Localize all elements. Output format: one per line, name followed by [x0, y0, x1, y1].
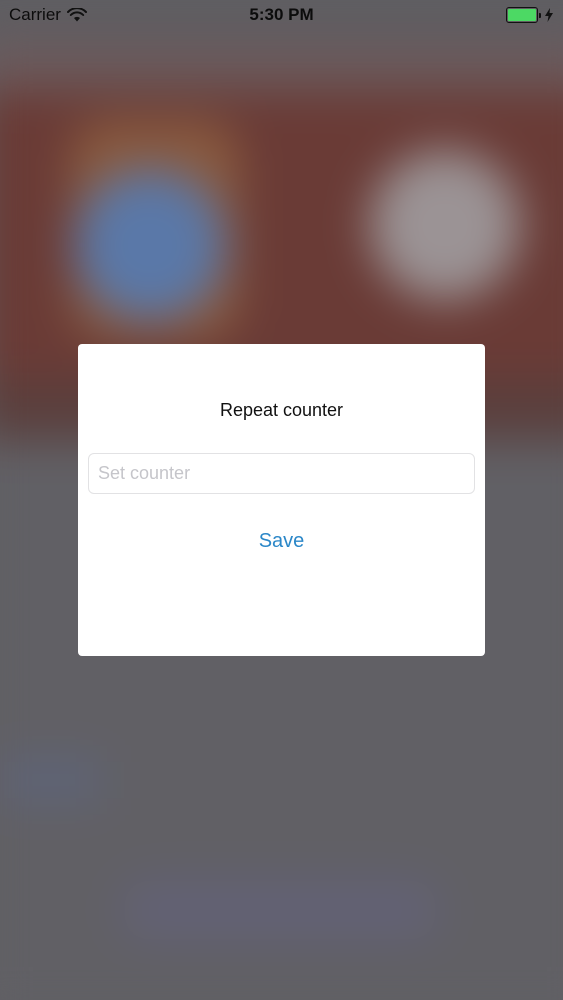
dialog-title: Repeat counter	[219, 400, 344, 420]
battery-fill	[508, 9, 536, 21]
save-button[interactable]: Save	[222, 526, 342, 557]
background-blue-circle	[75, 170, 225, 320]
battery-icon	[506, 7, 553, 23]
background-bottom-button	[120, 880, 440, 940]
counter-input[interactable]	[88, 453, 475, 494]
status-time: 5:30 PM	[249, 5, 314, 24]
battery-tip	[539, 12, 541, 18]
app-screen: Carrier 5:30 PM Repeat counter Save	[0, 0, 563, 1000]
repeat-counter-dialog: Repeat counter Save	[78, 344, 485, 656]
status-bar: Carrier 5:30 PM	[0, 0, 563, 30]
bolt-icon	[545, 8, 553, 22]
background-light-circle	[370, 150, 520, 300]
background-blue-chip	[0, 760, 100, 800]
battery-body	[506, 7, 538, 23]
